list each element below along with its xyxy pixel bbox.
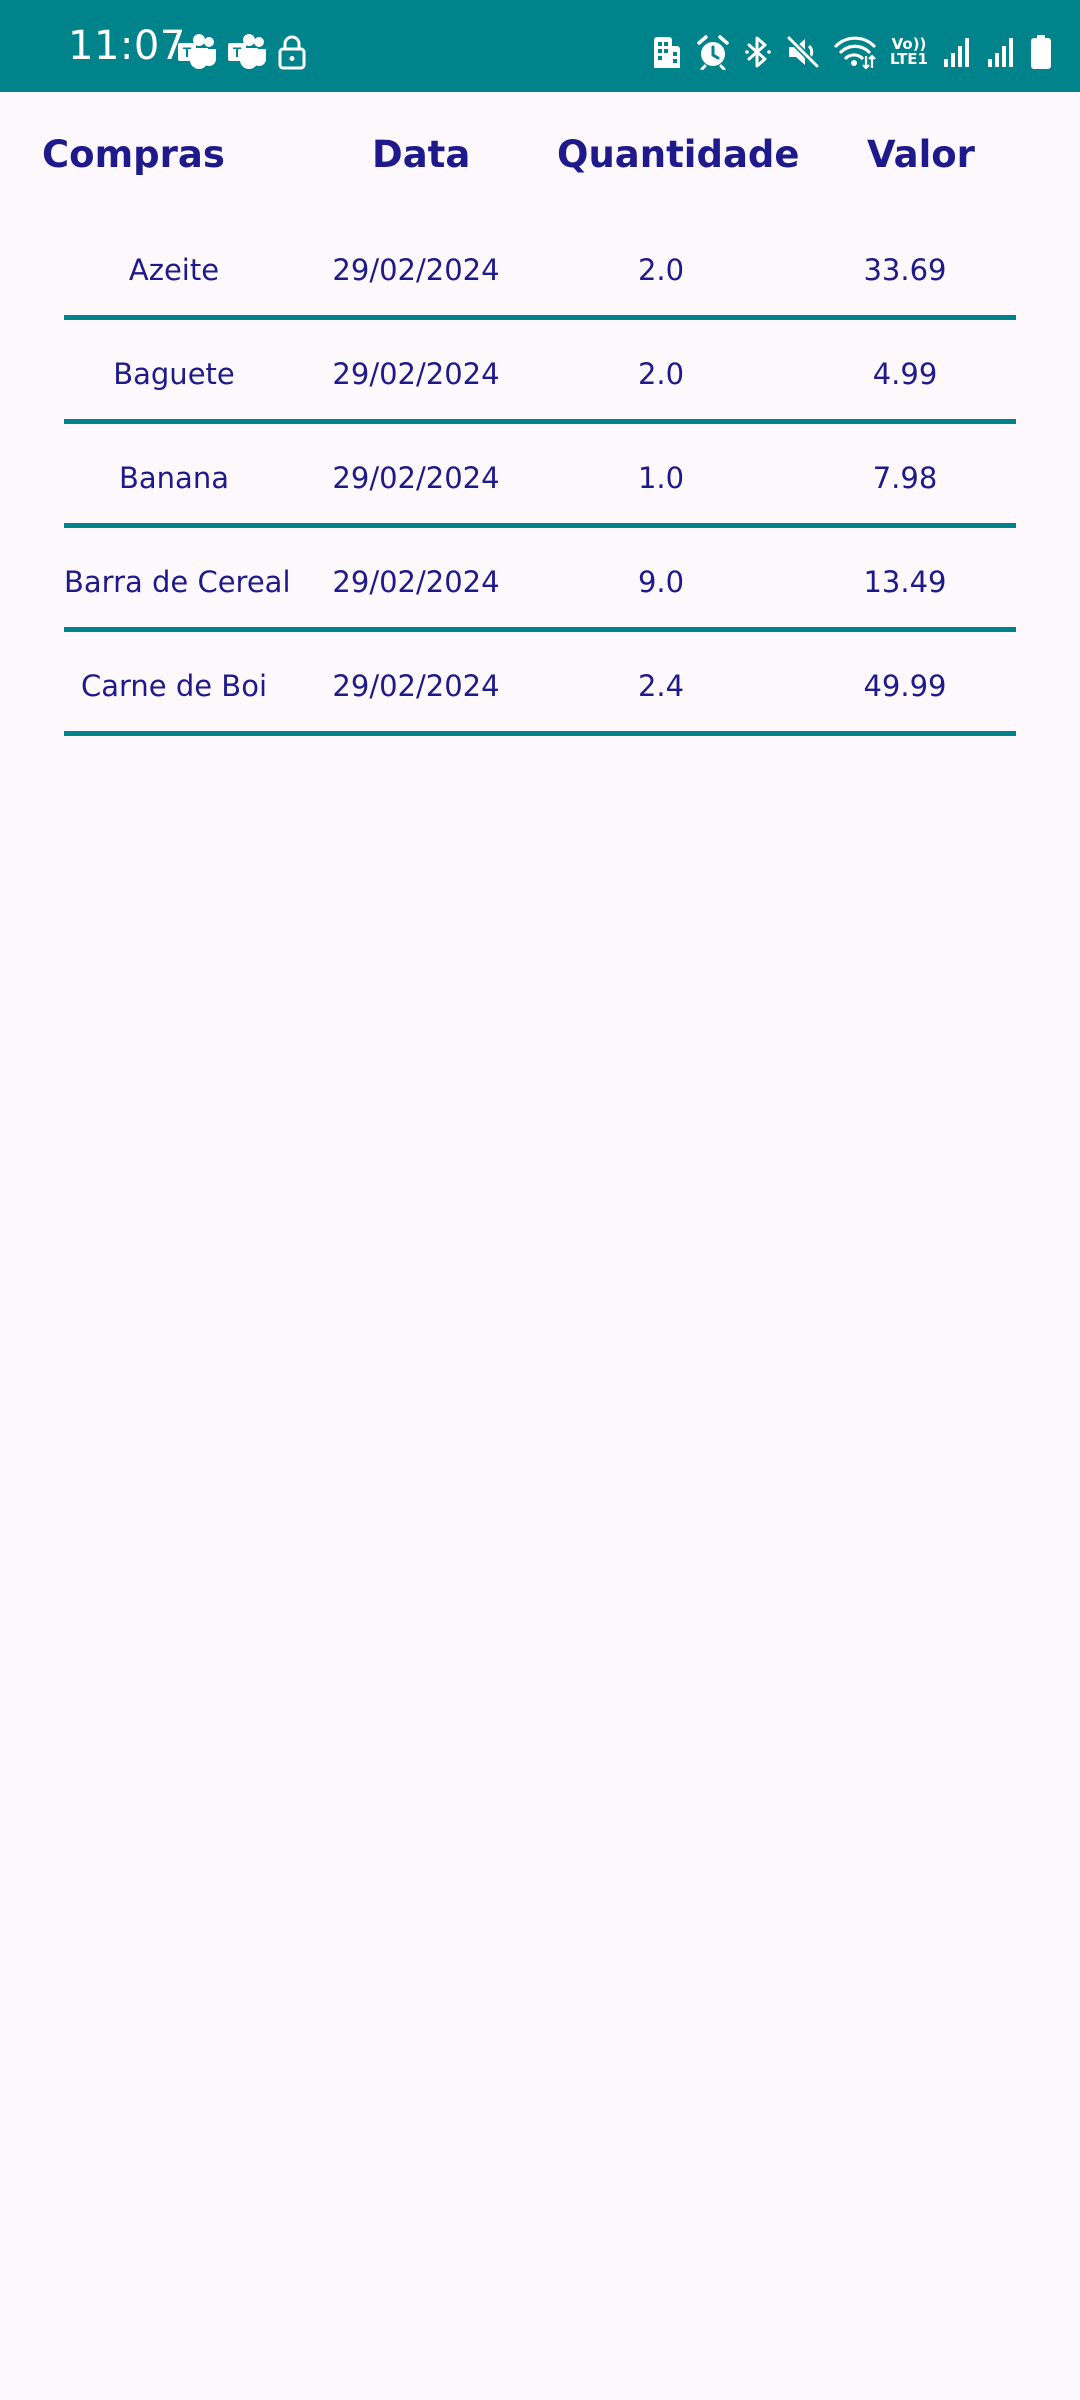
signal-icon — [942, 35, 972, 69]
notification-icons: T T — [176, 32, 308, 72]
list-item[interactable]: Baguete 29/02/2024 2.0 4.99 — [0, 324, 1080, 428]
header-data: Data — [372, 133, 471, 176]
list-item[interactable]: Barra de Cereal 29/02/2024 9.0 13.49 — [0, 532, 1080, 636]
lte-icon: Vo)) LTE1 — [890, 37, 928, 67]
item-quantity: 2.4 — [637, 669, 685, 703]
row-divider — [64, 523, 1016, 528]
item-date: 29/02/2024 — [332, 357, 500, 391]
item-value: 33.69 — [863, 253, 947, 287]
item-name: Baguete — [113, 357, 235, 391]
list-item[interactable]: Carne de Boi 29/02/2024 2.4 49.99 — [0, 636, 1080, 740]
item-name: Barra de Cereal — [64, 565, 291, 599]
bluetooth-icon — [744, 34, 772, 70]
header-valor: Valor — [867, 133, 975, 176]
item-quantity: 2.0 — [637, 357, 685, 391]
battery-icon — [1030, 34, 1052, 70]
table-header: Compras Data Quantidade Valor — [0, 124, 1080, 184]
item-name: Banana — [119, 461, 229, 495]
building-icon — [652, 34, 682, 70]
row-divider — [64, 315, 1016, 320]
system-icons: Vo)) LTE1 — [652, 30, 1052, 74]
status-bar: 11:07 T T Vo)) LTE1 — [0, 0, 1080, 92]
header-quantidade: Quantidade — [557, 133, 800, 176]
item-value: 13.49 — [863, 565, 947, 599]
item-name: Azeite — [128, 253, 220, 287]
item-date: 29/02/2024 — [332, 253, 500, 287]
item-date: 29/02/2024 — [332, 669, 500, 703]
row-divider — [64, 627, 1016, 632]
lte-label: LTE1 — [890, 50, 928, 68]
svg-text:T: T — [183, 44, 192, 60]
item-date: 29/02/2024 — [332, 565, 500, 599]
purchase-list: Azeite 29/02/2024 2.0 33.69 Baguete 29/0… — [0, 220, 1080, 740]
list-item[interactable]: Banana 29/02/2024 1.0 7.98 — [0, 428, 1080, 532]
item-value: 7.98 — [872, 461, 938, 495]
wifi-icon — [834, 34, 876, 70]
item-value: 49.99 — [863, 669, 947, 703]
row-divider — [64, 419, 1016, 424]
mute-icon — [786, 34, 820, 70]
item-quantity: 9.0 — [637, 565, 685, 599]
item-quantity: 2.0 — [637, 253, 685, 287]
teams-icon: T — [226, 33, 268, 71]
lock-icon — [276, 33, 308, 71]
header-compras: Compras — [42, 133, 225, 176]
row-divider — [64, 731, 1016, 736]
alarm-icon — [696, 34, 730, 70]
signal-icon — [986, 35, 1016, 69]
item-quantity: 1.0 — [637, 461, 685, 495]
item-name: Carne de Boi — [80, 669, 268, 703]
item-value: 4.99 — [872, 357, 938, 391]
item-date: 29/02/2024 — [332, 461, 500, 495]
teams-icon: T — [176, 33, 218, 71]
svg-text:T: T — [233, 44, 242, 60]
list-item[interactable]: Azeite 29/02/2024 2.0 33.69 — [0, 220, 1080, 324]
status-time: 11:07 — [68, 23, 186, 69]
